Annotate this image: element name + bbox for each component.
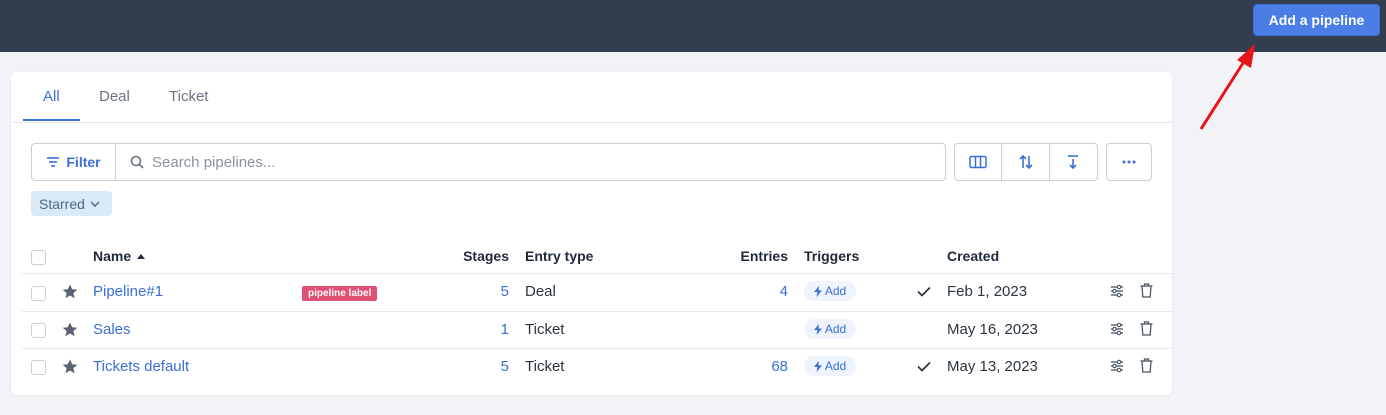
pipeline-name-link[interactable]: Sales bbox=[93, 321, 131, 338]
add-trigger-button[interactable]: Add bbox=[804, 356, 856, 376]
row-divider bbox=[22, 348, 1172, 349]
pipeline-label-badge: pipeline label bbox=[302, 286, 378, 301]
filter-icon bbox=[47, 157, 60, 167]
trash-icon[interactable] bbox=[1140, 358, 1153, 373]
star-icon[interactable] bbox=[62, 284, 78, 299]
settings-sliders-icon[interactable] bbox=[1110, 322, 1124, 336]
annotation-arrow-icon bbox=[1199, 44, 1255, 130]
pipeline-name-link[interactable]: Pipeline#1 bbox=[93, 283, 163, 300]
lightning-icon bbox=[813, 285, 822, 297]
column-header-name-label: Name bbox=[93, 248, 132, 264]
row-checkbox[interactable] bbox=[31, 323, 46, 338]
starred-label: Starred bbox=[39, 195, 85, 212]
stages-count[interactable]: 5 bbox=[451, 358, 509, 375]
entries-count[interactable]: 4 bbox=[727, 283, 788, 300]
pipelines-card: All Deal Ticket Filter Search pipelines.… bbox=[11, 72, 1172, 395]
check-icon bbox=[917, 286, 931, 297]
column-header-created[interactable]: Created bbox=[947, 248, 999, 264]
entry-type: Ticket bbox=[525, 321, 565, 338]
settings-sliders-icon[interactable] bbox=[1110, 359, 1124, 373]
column-header-entry-type[interactable]: Entry type bbox=[525, 248, 593, 264]
created-date: May 16, 2023 bbox=[947, 321, 1038, 338]
stages-count[interactable]: 1 bbox=[451, 321, 509, 338]
stages-count[interactable]: 5 bbox=[451, 283, 509, 300]
created-date: May 13, 2023 bbox=[947, 358, 1038, 375]
more-icon bbox=[1122, 160, 1136, 164]
view-button-group bbox=[954, 143, 1098, 181]
star-icon[interactable] bbox=[62, 322, 78, 337]
column-header-entries[interactable]: Entries bbox=[727, 248, 788, 264]
tab-bar: All Deal Ticket bbox=[11, 72, 1172, 123]
entry-type: Deal bbox=[525, 283, 556, 300]
lightning-icon bbox=[813, 323, 822, 335]
column-header-name[interactable]: Name bbox=[93, 248, 146, 264]
column-header-triggers[interactable]: Triggers bbox=[804, 248, 859, 264]
filter-label: Filter bbox=[66, 154, 101, 170]
search-icon bbox=[130, 155, 144, 169]
add-trigger-label: Add bbox=[824, 322, 847, 336]
row-divider bbox=[22, 311, 1172, 312]
download-icon bbox=[1068, 155, 1079, 170]
row-divider bbox=[22, 273, 1172, 274]
add-trigger-label: Add bbox=[824, 359, 847, 373]
columns-button[interactable] bbox=[955, 144, 1003, 180]
add-trigger-button[interactable]: Add bbox=[804, 281, 856, 301]
pipeline-name-link[interactable]: Tickets default bbox=[93, 358, 189, 375]
export-button[interactable] bbox=[1050, 144, 1097, 180]
starred-filter-chip[interactable]: Starred bbox=[31, 191, 112, 216]
tab-deal[interactable]: Deal bbox=[99, 88, 130, 105]
columns-icon bbox=[969, 155, 987, 169]
row-checkbox[interactable] bbox=[31, 286, 46, 301]
search-input[interactable]: Search pipelines... bbox=[116, 144, 945, 180]
active-tab-indicator bbox=[23, 119, 80, 121]
chevron-down-icon bbox=[90, 200, 100, 207]
more-options-button[interactable] bbox=[1106, 143, 1152, 181]
entry-type: Ticket bbox=[525, 358, 565, 375]
sort-button[interactable] bbox=[1002, 144, 1050, 180]
search-placeholder: Search pipelines... bbox=[152, 153, 276, 171]
created-date: Feb 1, 2023 bbox=[947, 283, 1028, 300]
add-trigger-label: Add bbox=[824, 284, 847, 298]
entries-count[interactable]: 68 bbox=[727, 358, 788, 375]
row-checkbox[interactable] bbox=[31, 360, 46, 375]
tab-all[interactable]: All bbox=[43, 88, 60, 105]
sort-ascending-icon bbox=[137, 253, 146, 259]
trash-icon[interactable] bbox=[1140, 321, 1153, 336]
column-header-stages[interactable]: Stages bbox=[451, 248, 509, 264]
filter-bar: Filter Search pipelines... bbox=[31, 143, 946, 181]
filter-button[interactable]: Filter bbox=[32, 144, 116, 180]
star-icon[interactable] bbox=[62, 359, 78, 374]
add-pipeline-button[interactable]: Add a pipeline bbox=[1253, 4, 1380, 36]
select-all-checkbox[interactable] bbox=[31, 250, 46, 265]
check-icon bbox=[917, 361, 931, 372]
tab-ticket[interactable]: Ticket bbox=[169, 88, 208, 105]
top-bar: Add a pipeline bbox=[0, 0, 1386, 52]
settings-sliders-icon[interactable] bbox=[1110, 284, 1124, 298]
trash-icon[interactable] bbox=[1140, 283, 1153, 298]
add-trigger-button[interactable]: Add bbox=[804, 319, 856, 339]
lightning-icon bbox=[813, 360, 822, 372]
sort-icon bbox=[1018, 154, 1033, 170]
